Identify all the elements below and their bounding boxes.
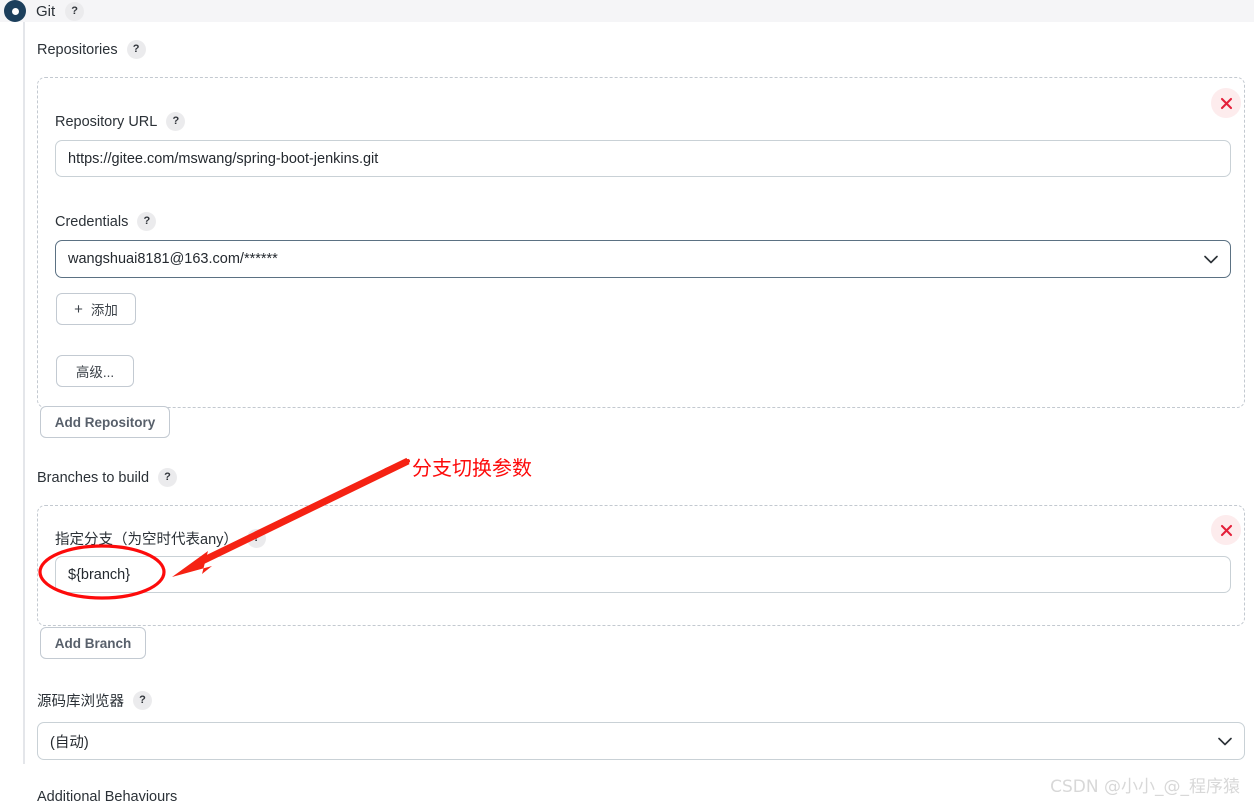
scm-config-body: Repositories ? Repository URL ? https://… [0,22,1254,809]
repository-url-label-text: Repository URL [55,113,158,130]
repo-browser-select[interactable]: (自动) [37,722,1245,760]
repo-browser-section-label: 源码库浏览器 ? [37,690,152,711]
chevron-down-icon [1218,737,1232,745]
close-icon [1220,524,1232,536]
section-left-rule [23,22,25,764]
chevron-down-icon [1204,255,1218,263]
repositories-section-label: Repositories ? [37,40,146,59]
branch-specifier-input[interactable]: ${branch} [55,556,1231,593]
help-icon-repository-url[interactable]: ? [166,112,186,131]
repositories-label-text: Repositories [37,41,118,58]
page-top-strip [0,0,1254,22]
repository-url-label: Repository URL ? [55,112,186,131]
additional-behaviours-label-text: Additional Behaviours [37,789,178,805]
delete-branch-button[interactable] [1211,515,1241,545]
branch-specifier-label-text: 指定分支（为空时代表any） [55,532,238,548]
add-credentials-button[interactable]: + 添加 [56,293,136,325]
branches-section-label: Branches to build ? [37,468,178,487]
credentials-label: Credentials ? [55,212,157,231]
delete-repository-button[interactable] [1211,88,1241,118]
annotation-label: 分支切换参数 [412,456,532,480]
help-icon-branch-specifier[interactable]: ? [246,529,266,548]
additional-behaviours-label: Additional Behaviours [37,789,177,805]
jenkins-scm-config-page: Git ? Repositories ? Repository URL ? ht… [0,0,1254,809]
help-icon-branches[interactable]: ? [158,468,178,487]
credentials-selected-value: wangshuai8181@163.com/****** [68,251,278,267]
repo-browser-label-text: 源码库浏览器 [37,694,124,710]
credentials-label-text: Credentials [55,213,129,230]
help-icon-credentials[interactable]: ? [137,212,157,231]
scm-option-label: Git [36,2,56,20]
branches-label-text: Branches to build [37,469,150,486]
close-icon [1220,97,1232,109]
repository-url-input[interactable]: https://gitee.com/mswang/spring-boot-jen… [55,140,1231,177]
advanced-button[interactable]: 高级... [56,355,134,387]
radio-selected-icon[interactable] [4,0,26,22]
add-branch-button[interactable]: Add Branch [40,627,146,659]
scm-option-git[interactable]: Git ? [0,0,85,26]
help-icon-repositories[interactable]: ? [126,40,146,59]
repository-entry-block: Repository URL ? https://gitee.com/mswan… [37,77,1245,408]
add-credentials-label: 添加 [90,303,118,318]
repo-browser-selected-value: (自动) [50,734,89,751]
branch-specifier-label: 指定分支（为空时代表any） ? [55,528,266,549]
plus-icon: + [74,300,83,318]
credentials-select[interactable]: wangshuai8181@163.com/****** [55,240,1231,278]
help-icon-git[interactable]: ? [65,1,85,21]
watermark-text: CSDN @小小_@_程序猿 [1050,777,1240,797]
branch-entry-block: 指定分支（为空时代表any） ? ${branch} [37,505,1245,626]
help-icon-repo-browser[interactable]: ? [133,691,152,710]
add-repository-button[interactable]: Add Repository [40,406,170,438]
